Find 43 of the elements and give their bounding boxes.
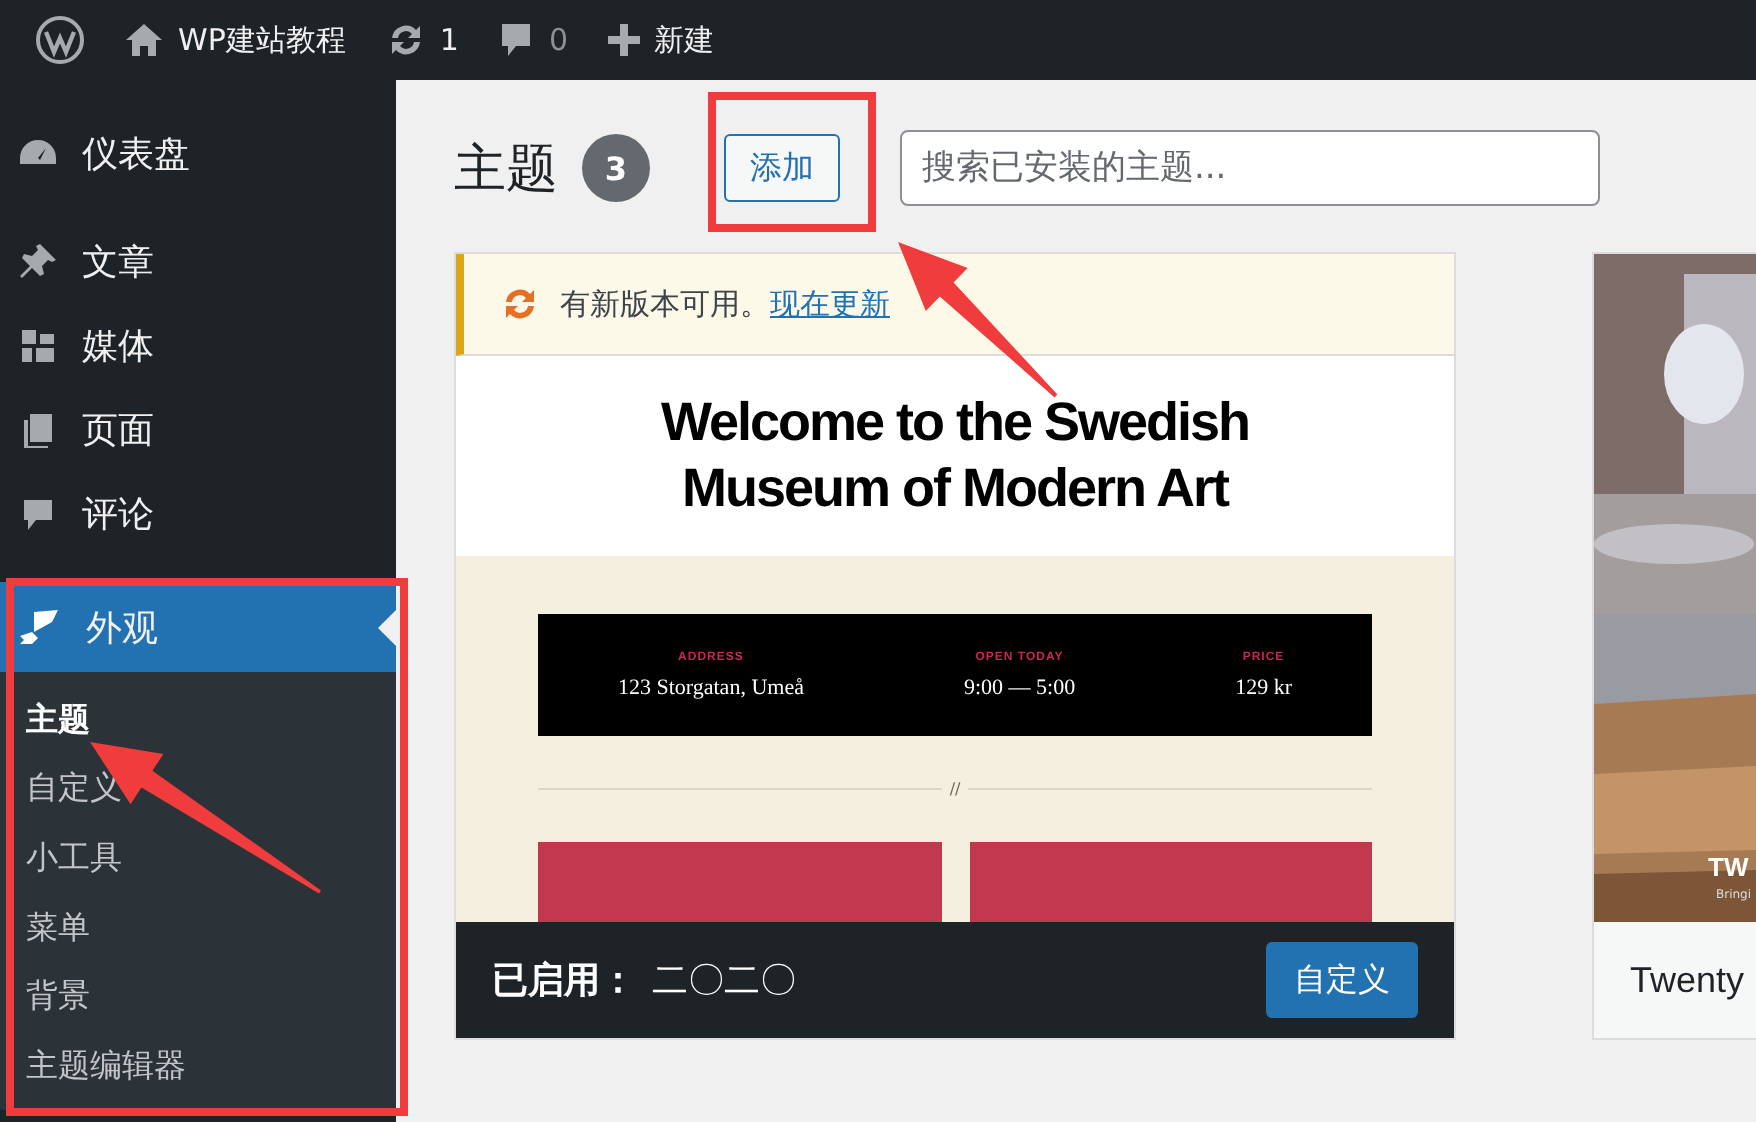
pages-icon bbox=[18, 410, 58, 450]
menu-item[interactable]: 文章 bbox=[0, 220, 396, 304]
submenu-item[interactable]: 背景 bbox=[0, 962, 396, 1032]
paintbrush-icon bbox=[18, 607, 62, 647]
theme-name: Twenty bbox=[1594, 922, 1756, 1038]
submenu-item[interactable]: 自定义 bbox=[0, 755, 396, 825]
update-now-link[interactable]: 现在更新 bbox=[770, 285, 890, 321]
plus-icon bbox=[607, 24, 640, 56]
search-field[interactable]: 搜索已安装的主题... bbox=[900, 130, 1600, 206]
current-indicator bbox=[378, 610, 396, 646]
pushpin-icon bbox=[18, 242, 58, 282]
theme-name: 二〇二〇 bbox=[652, 958, 796, 1004]
active-label: 已启用： bbox=[492, 958, 636, 1004]
count-label: 0 bbox=[548, 22, 568, 58]
menu-item[interactable]: 媒体 bbox=[0, 304, 396, 388]
refresh-icon bbox=[500, 286, 540, 322]
menu-item[interactable]: 外观 bbox=[0, 582, 396, 672]
count-label: 1 bbox=[439, 22, 459, 58]
info-value: 9:00 — 5:00 bbox=[963, 675, 1076, 699]
comment-icon bbox=[498, 22, 535, 58]
comment-icon bbox=[18, 494, 58, 534]
menu-item[interactable]: 页面 bbox=[0, 388, 396, 472]
new-link[interactable]: 新建 bbox=[653, 21, 714, 59]
submenu-item[interactable]: 菜单 bbox=[0, 893, 396, 963]
customize-button[interactable]: 自定义 bbox=[1266, 942, 1418, 1018]
menu-item[interactable]: 评论 bbox=[0, 472, 396, 556]
site-name-link[interactable]: WP建站教程 bbox=[178, 21, 346, 59]
submenu-item[interactable]: 小工具 bbox=[0, 824, 396, 894]
info-value: 123 Storgatan, Umeå bbox=[617, 675, 804, 699]
update-message: 有新版本可用。现在更新 bbox=[560, 285, 890, 323]
theme-count: 3 bbox=[582, 134, 650, 202]
page-title: 主题 bbox=[454, 137, 558, 203]
add-button[interactable]: 添加 bbox=[724, 134, 840, 202]
wordpress-logo-icon[interactable] bbox=[36, 16, 84, 64]
divider-mark: // bbox=[949, 780, 961, 798]
menu-item[interactable]: 仪表盘 bbox=[0, 112, 396, 196]
submenu-item[interactable]: 主题编辑器 bbox=[0, 1031, 396, 1102]
info-value: 129 kr bbox=[1235, 675, 1292, 699]
media-icon bbox=[18, 326, 58, 366]
home-icon bbox=[124, 22, 164, 58]
preview-heading: Welcome to the Swedish Museum of Modern Art bbox=[658, 390, 1252, 522]
preview-title: TW bbox=[1708, 852, 1749, 882]
submenu-item[interactable]: 主题 bbox=[0, 686, 396, 756]
